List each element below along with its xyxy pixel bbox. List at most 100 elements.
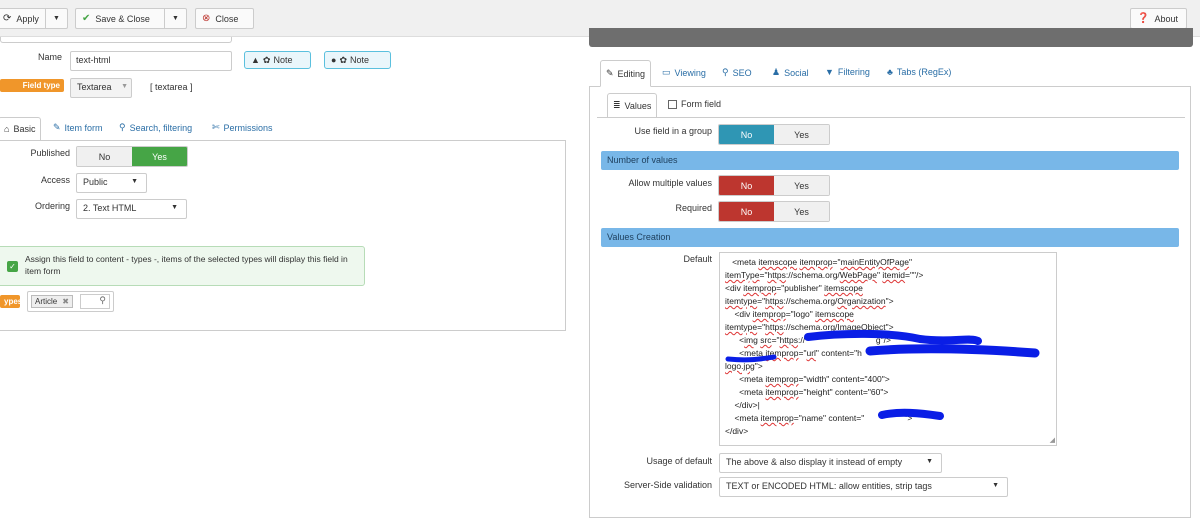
tab-seo-label: SEO	[732, 67, 752, 78]
ordering-select[interactable]: 2. Text HTML ▼	[76, 199, 187, 219]
subtab-divider	[597, 117, 1185, 118]
gear-icon: ✿	[262, 54, 271, 65]
section-values-creation: Values Creation	[601, 228, 1179, 247]
allow-multiple-no[interactable]: No	[719, 176, 774, 195]
save-dropdown-toggle[interactable]: ▼	[164, 9, 186, 28]
edit-icon: ✎	[606, 68, 614, 78]
name-label: Name	[37, 52, 62, 62]
info-icon: ●	[331, 55, 337, 65]
top-field-remnant	[0, 37, 232, 43]
ordering-value: 2. Text HTML	[83, 203, 137, 213]
usage-label: Usage of default	[646, 456, 712, 466]
apply-dropdown-toggle[interactable]: ▼	[45, 9, 67, 28]
validation-select[interactable]: TEXT or ENCODED HTML: allow entities, st…	[719, 477, 1008, 497]
search-icon[interactable]: ⚲	[80, 294, 110, 309]
tab-social[interactable]: ♟ Social	[772, 67, 809, 78]
type-chip: Article ✖	[31, 295, 73, 308]
allow-multiple-toggle[interactable]: No Yes	[718, 175, 830, 196]
published-no[interactable]: No	[77, 147, 132, 166]
remove-icon[interactable]: ✖	[62, 297, 69, 306]
type-chip-label: Article	[35, 297, 58, 306]
chevron-down-icon: ▼	[992, 482, 999, 489]
tab-search-filtering[interactable]: ⚲ Search, filtering	[119, 122, 192, 133]
field-type-select[interactable]: Textarea ▼	[70, 78, 132, 98]
tab-viewing-label: Viewing	[674, 67, 706, 78]
subtab-form-field[interactable]: Form field	[668, 99, 721, 109]
chevron-down-icon: ▼	[926, 458, 933, 465]
types-tag: ypes	[0, 295, 22, 308]
checkbox-checked-icon[interactable]: ✓	[7, 261, 18, 272]
search-icon: ⚲	[722, 67, 729, 77]
subtab-values-label: Values	[624, 100, 652, 111]
required-label: Required	[675, 203, 712, 213]
save-close-button[interactable]: ✔ Save & Close ▼	[75, 8, 187, 29]
subtab-form-field-label: Form field	[681, 99, 722, 109]
wrench-icon: ✄	[212, 122, 220, 132]
tab-regex[interactable]: ♣ Tabs (RegEx)	[887, 67, 951, 77]
check-icon: ✔	[82, 13, 91, 24]
use-group-yes[interactable]: Yes	[774, 125, 829, 144]
tab-permissions-label: Permissions	[223, 122, 273, 133]
monitor-icon: ▭	[662, 67, 671, 77]
name-input[interactable]: text-html	[70, 51, 232, 71]
tab-seo[interactable]: ⚲ SEO	[722, 67, 752, 78]
tab-editing-label: Editing	[617, 68, 646, 79]
validation-value: TEXT or ENCODED HTML: allow entities, st…	[726, 481, 932, 491]
published-yes[interactable]: Yes	[132, 147, 187, 166]
apply-button[interactable]: ⟳ Apply ▼	[0, 8, 68, 29]
required-toggle[interactable]: No Yes	[718, 201, 830, 222]
subtab-values[interactable]: ≣ Values	[607, 93, 658, 118]
validation-label: Server-Side validation	[623, 480, 712, 490]
tab-basic-label: Basic	[13, 124, 36, 134]
tab-permissions[interactable]: ✄ Permissions	[212, 122, 273, 133]
required-no[interactable]: No	[719, 202, 774, 221]
users-icon: ♟	[772, 67, 781, 77]
tab-editing[interactable]: ✎ Editing	[600, 60, 652, 87]
allow-multiple-yes[interactable]: Yes	[774, 176, 829, 195]
required-yes[interactable]: Yes	[774, 202, 829, 221]
close-label: Close	[215, 13, 239, 24]
tab-viewing[interactable]: ▭ Viewing	[662, 67, 706, 78]
section-number-of-values: Number of values	[601, 151, 1179, 170]
resize-handle-icon[interactable]: ◢	[1050, 436, 1055, 444]
right-header-bar	[589, 28, 1193, 47]
search-icon: ⚲	[119, 122, 126, 132]
default-textarea[interactable]: <meta itemscope itemprop="mainEntityOfPa…	[719, 252, 1057, 446]
tab-filtering[interactable]: ▼ Filtering	[825, 67, 870, 77]
access-select[interactable]: Public ▼	[76, 173, 147, 193]
chevron-down-icon: ▼	[131, 178, 138, 185]
field-type-code: [ textarea ]	[150, 82, 193, 92]
published-toggle[interactable]: No Yes	[76, 146, 188, 167]
tab-regex-label: Tabs (RegEx)	[896, 67, 952, 77]
use-group-toggle[interactable]: No Yes	[718, 124, 830, 145]
access-value: Public	[83, 177, 108, 187]
tab-filtering-label: Filtering	[837, 67, 870, 77]
ordering-label: Ordering	[34, 201, 70, 211]
field-type-tag: Field type	[0, 79, 64, 92]
published-label: Published	[30, 148, 70, 158]
tab-social-label: Social	[784, 67, 809, 78]
field-type-value: Textarea	[77, 82, 112, 92]
about-button[interactable]: ❓ About	[1130, 8, 1187, 29]
usage-select[interactable]: The above & also display it instead of e…	[719, 453, 942, 473]
chevron-down-icon: ▼	[121, 83, 128, 90]
default-label: Default	[683, 254, 712, 264]
usage-value: The above & also display it instead of e…	[726, 457, 903, 467]
home-icon: ⌂	[4, 124, 10, 134]
note-label: Note	[273, 55, 293, 65]
save-close-label: Save & Close	[95, 13, 150, 24]
about-label: About	[1154, 13, 1178, 24]
refresh-icon: ⟳	[3, 13, 12, 24]
warning-icon: ▲	[251, 55, 260, 65]
types-multiselect[interactable]: Article ✖ ⚲	[27, 291, 114, 312]
cancel-icon: ⊗	[202, 13, 211, 24]
close-button[interactable]: ⊗ Close	[195, 8, 254, 29]
use-group-label: Use field in a group	[634, 126, 712, 136]
chevron-down-icon: ▼	[171, 204, 178, 211]
tab-item-form[interactable]: ✎ Item form	[53, 122, 103, 133]
tab-basic[interactable]: ⌂ Basic	[0, 117, 42, 141]
assign-text: Assign this field to content - types -, …	[25, 254, 348, 276]
note-button-warning[interactable]: ▲ ✿ Note	[244, 51, 311, 69]
note-button-info[interactable]: ● ✿ Note	[324, 51, 391, 69]
use-group-no[interactable]: No	[719, 125, 774, 144]
